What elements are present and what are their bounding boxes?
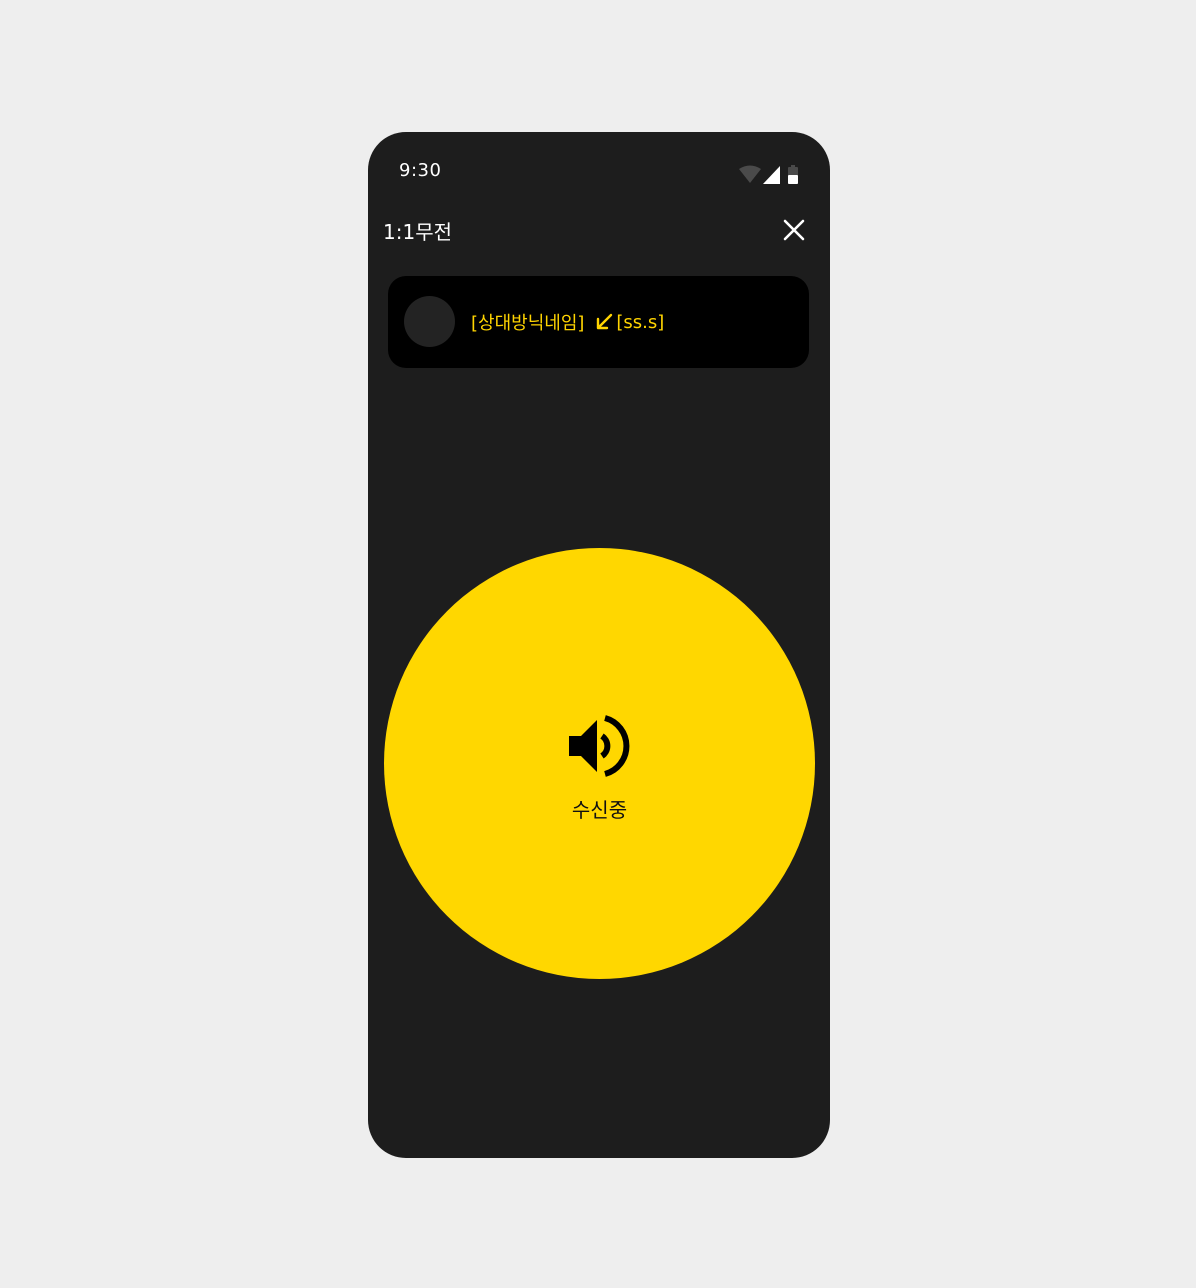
opponent-time: [ss.s] [616, 311, 665, 333]
opponent-nickname: [상대방닉네임] [471, 313, 585, 334]
receive-button[interactable]: 수신중 [384, 548, 815, 979]
opponent-card: [상대방닉네임] [ss.s] [388, 276, 809, 368]
speaker-icon [569, 715, 630, 777]
close-button[interactable] [778, 214, 810, 246]
status-icons [738, 165, 802, 187]
status-time: 9:30 [399, 160, 442, 181]
phone-screen: 9:30 1:1무전 [상대방닉네임] [ss.s] 수신중 [368, 132, 830, 1158]
receive-status-label: 수신중 [571, 798, 628, 822]
avatar [404, 296, 455, 347]
wifi-icon [739, 165, 761, 183]
close-icon [783, 219, 805, 241]
signal-icon [763, 166, 780, 184]
opponent-info: [상대방닉네임] [ss.s] [471, 309, 664, 335]
page-title: 1:1무전 [383, 220, 452, 244]
battery-icon [788, 165, 798, 184]
arrow-down-left-icon [597, 313, 613, 330]
